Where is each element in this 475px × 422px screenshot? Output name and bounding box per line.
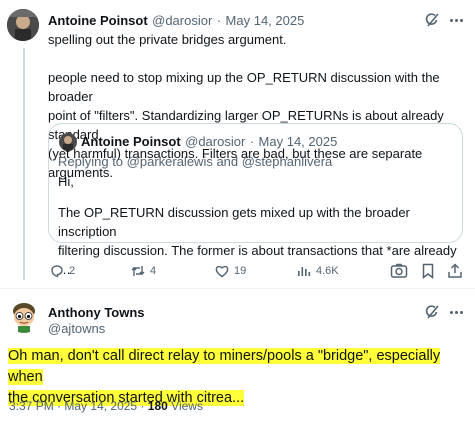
author-name[interactable]: Antoine Poinsot — [48, 13, 148, 28]
grok-lens-icon[interactable] — [390, 263, 408, 279]
avatar[interactable] — [7, 299, 41, 333]
tweet-time[interactable]: 3:37 PM — [9, 399, 54, 413]
highlighted-line: Oh man, don't call direct relay to miner… — [8, 348, 441, 385]
quote-author-handle: @darosior — [185, 134, 246, 149]
views-button[interactable]: 4.6K — [296, 263, 339, 279]
like-count: 19 — [234, 265, 247, 277]
grok-icon[interactable] — [424, 12, 440, 28]
views-label: Views — [171, 399, 203, 413]
views-count: 4.6K — [316, 265, 339, 277]
quote-avatar — [59, 133, 77, 151]
repost-button[interactable]: 4 — [130, 263, 156, 279]
tweet-line: spelling out the private bridges argumen… — [48, 32, 287, 47]
author-handle[interactable]: @darosior — [152, 13, 212, 28]
like-icon — [215, 265, 229, 278]
views-icon — [298, 267, 311, 276]
tweet-line: people need to stop mixing up the OP_RET… — [48, 70, 440, 104]
quote-line: Hi, — [58, 174, 74, 189]
replying-to-users: @parkeralewis and @stephanlivera — [126, 154, 333, 169]
more-dots-icon[interactable] — [450, 19, 463, 22]
like-button[interactable]: 19 — [214, 263, 246, 279]
quote-author-name: Antoine Poinsot — [81, 134, 181, 149]
repost-icon — [131, 266, 145, 276]
reply-button[interactable]: 2 — [49, 263, 75, 279]
separator: · — [249, 134, 255, 149]
tweet-date[interactable]: May 14, 2025 — [226, 13, 305, 28]
separator: · — [57, 399, 62, 413]
reply-icon — [51, 265, 63, 278]
separator: · — [216, 13, 222, 28]
more-dots-icon[interactable] — [450, 311, 463, 314]
avatar[interactable] — [7, 9, 39, 41]
share-icon[interactable] — [447, 263, 463, 279]
views-count: 180 — [147, 399, 168, 413]
quote-date: May 14, 2025 — [258, 134, 338, 149]
bookmark-icon[interactable] — [421, 263, 435, 280]
author-name[interactable]: Anthony Towns — [48, 305, 145, 320]
divider — [0, 288, 475, 289]
quote-line: The OP_RETURN discussion gets mixed up w… — [58, 205, 410, 239]
repost-count: 4 — [150, 265, 157, 277]
replying-to-label: Replying to — [58, 154, 127, 169]
grok-icon[interactable] — [424, 304, 440, 320]
author-handle[interactable]: @ajtowns — [48, 321, 105, 336]
separator: · — [140, 399, 145, 413]
quoted-tweet[interactable]: Antoine Poinsot @darosior · May 14, 2025… — [48, 123, 463, 277]
tweet-date[interactable]: May 14, 2025 — [64, 399, 137, 413]
reply-count: 2 — [69, 265, 76, 277]
thread-line — [23, 48, 25, 280]
